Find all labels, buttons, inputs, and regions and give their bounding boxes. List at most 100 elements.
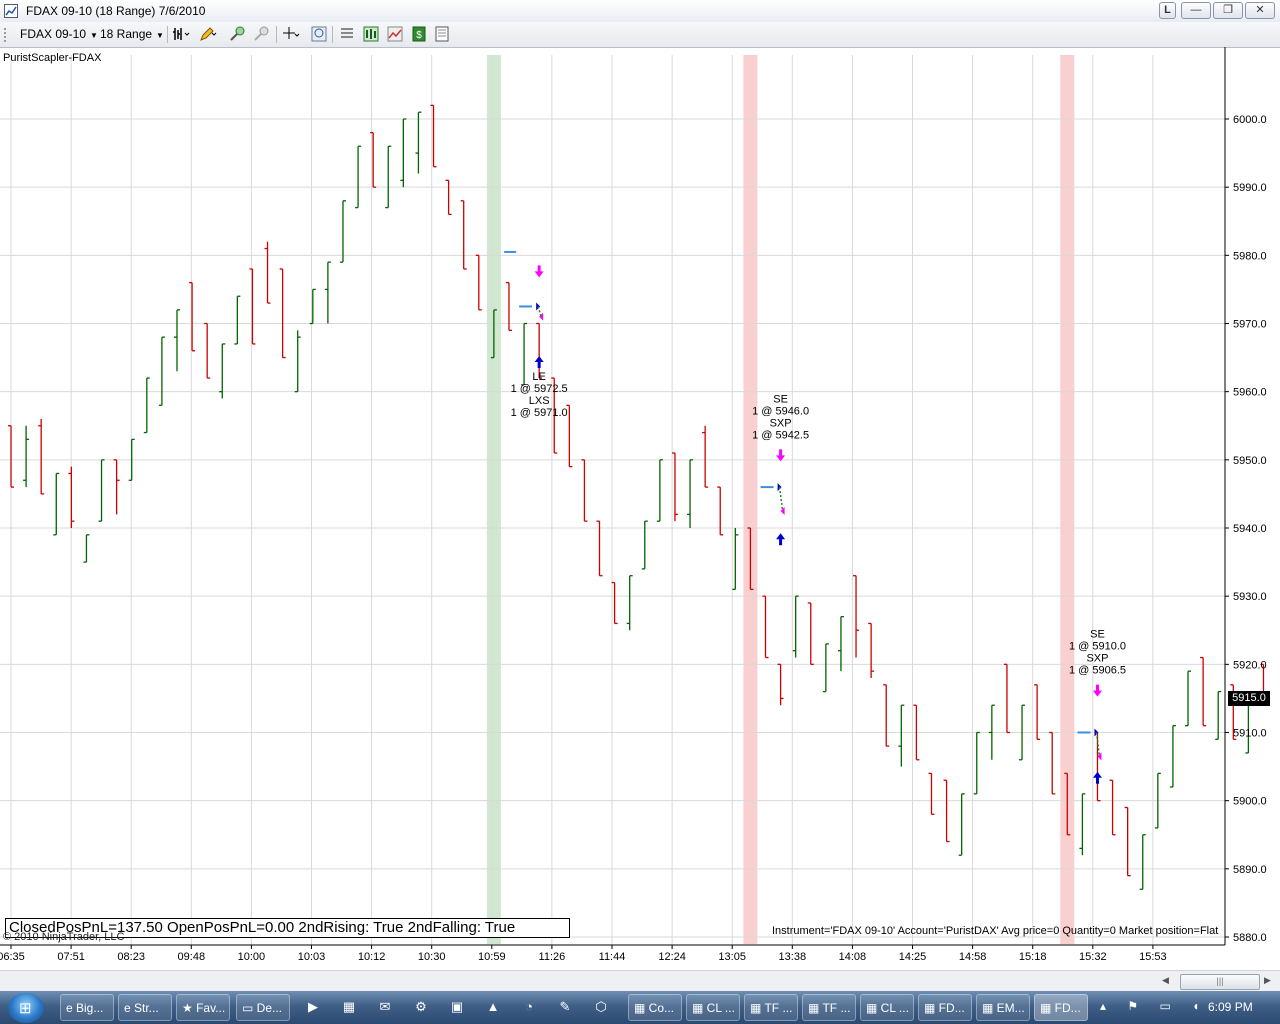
y-axis-tick-label: 5900.0 [1233,796,1267,808]
ohlc-bar [536,322,543,379]
scroll-left-arrow-icon[interactable]: ◀ [1162,975,1172,987]
taskbar-button[interactable]: e Big... [60,994,114,1021]
pinned-app-icon[interactable]: ▲ [484,998,502,1016]
taskbar-button[interactable]: ▦ FD... [918,994,972,1021]
magnify-icon[interactable] [310,25,328,43]
scrollbar-thumb[interactable]: ||| [1180,974,1260,990]
toolbar-separator [167,26,168,43]
ohlc-bar [294,330,301,393]
ohlc-bar [38,418,45,495]
y-axis-tick-label: 5910.0 [1233,728,1267,740]
x-axis-tick-label: 14:58 [959,951,987,963]
system-tray-icons[interactable]: ▴ ⚑ ▭ ◖ [1100,999,1208,1013]
ohlc-bar [596,520,603,577]
strategies-icon[interactable] [362,25,380,43]
x-axis-tick-label: 10:59 [478,951,506,963]
instrument-dropdown[interactable]: FDAX 09-10 ▼ [20,27,98,41]
price-chart[interactable]: LE1 @ 5972.5LXS1 @ 5971.0SE1 @ 5946.0SXP… [0,47,1280,970]
ohlc-bar [339,200,346,263]
last-price-marker: 5915.0 [1228,691,1270,706]
ohlc-bar [113,459,120,515]
taskbar-button[interactable]: ▦ TF ... [744,994,798,1021]
close-button[interactable]: ✕ [1245,2,1275,19]
ohlc-bar [883,684,890,747]
maximize-button[interactable]: ❐ [1213,2,1243,19]
crosshair-icon[interactable] [282,25,300,43]
ohlc-bar [249,268,256,345]
drawing-pencil-icon[interactable] [199,25,217,43]
y-axis-tick-label: 5960.0 [1233,387,1267,399]
pinned-app-icon[interactable]: ▣ [448,998,466,1016]
link-button[interactable]: L [1159,2,1176,19]
indicators-icon[interactable] [386,25,404,43]
taskbar-button[interactable]: ▭ De... [236,994,290,1021]
taskbar-clock[interactable]: 6:09 PM [1208,1000,1253,1014]
trade-label: 1 @ 5942.5 [752,429,809,441]
ohlc-bar [68,466,75,529]
taskbar-button[interactable]: ▦ CL ... [686,994,740,1021]
ohlc-bar [460,200,467,270]
horizontal-scrollbar[interactable]: ◀ ||| ▶ [0,970,1280,992]
trade-label: SXP [770,417,792,429]
zoom-in-icon[interactable] [229,25,247,43]
taskbar-button[interactable]: e Str... [118,994,172,1021]
y-axis-tick-label: 5950.0 [1233,455,1267,467]
properties-icon[interactable] [338,25,356,43]
bar-type-icon[interactable] [172,25,190,43]
taskbar-button[interactable]: ★ Fav... [176,994,230,1021]
toolbar-separator [332,26,333,43]
ohlc-bar [445,179,452,216]
start-button[interactable]: ⊞ [8,993,44,1023]
ohlc-bar [868,622,875,678]
sell-arrow-icon [1092,684,1102,697]
pinned-app-icon[interactable]: ⚙ [412,998,430,1016]
y-axis-tick-label: 5940.0 [1233,523,1267,535]
pinned-app-icon[interactable]: ▶ [304,998,322,1016]
ohlc-bar [853,575,860,658]
ohlc-bar [928,772,935,815]
ohlc-bar [837,615,844,672]
pinned-app-icon[interactable]: ◔ [520,998,538,1016]
ohlc-bar [656,459,663,522]
chevron-down-icon: ▼ [90,31,98,40]
ohlc-bar [324,261,331,324]
ohlc-bar [1169,725,1176,788]
x-axis-tick-label: 10:00 [238,951,266,963]
x-axis-tick-label: 06:35 [0,951,25,963]
toolbar-grip[interactable] [4,28,9,42]
y-axis-tick-label: 5880.0 [1233,932,1267,944]
pinned-app-icon[interactable]: ⬡ [592,998,610,1016]
ohlc-bar [777,663,784,706]
ohlc-bar [385,145,392,209]
pinned-app-icon[interactable]: ▦ [340,998,358,1016]
taskbar-button[interactable]: ▦ TF ... [802,994,856,1021]
taskbar-button[interactable]: ▦ Co... [628,994,682,1021]
windows-taskbar: ⊞ e Big... e Str... ★ Fav... ▭ De... ▶ ▦ ✉ ⚙ ▣ ▲ ◔… [0,991,1280,1024]
period-dropdown[interactable]: 18 Range ▼ [100,27,164,41]
trade-label: SE [773,393,788,405]
x-axis-tick-label: 11:26 [539,951,566,963]
pinned-app-icon[interactable]: ✉ [376,998,394,1016]
trade-label: LE [532,371,545,383]
taskbar-button[interactable]: ▦ CL ... [860,994,914,1021]
data-box-icon[interactable] [433,25,451,43]
ohlc-bar [158,336,165,406]
x-axis-tick-label: 07:51 [57,951,85,963]
chart-toolbar: FDAX 09-10 ▼ 18 Range ▼ $ [0,22,1280,48]
zoom-out-icon[interactable] [253,25,271,43]
dollar-icon[interactable]: $ [410,25,428,43]
taskbar-button[interactable]: ▦ EM... [976,994,1030,1021]
ohlc-bar [822,643,829,693]
ohlc-bar [671,452,678,522]
pinned-app-icon[interactable]: ✎ [556,998,574,1016]
minimize-button[interactable]: — [1181,2,1211,19]
trade-connector-line [778,487,784,512]
account-info-text: Instrument='FDAX 09-10' Account='PuristD… [772,925,1219,937]
scroll-right-arrow-icon[interactable]: ▶ [1264,975,1274,987]
x-axis-tick-label: 13:38 [779,951,807,963]
ohlc-bar [309,288,316,325]
taskbar-button[interactable]: ▦ FD... [1034,994,1088,1021]
ohlc-bar [958,793,965,856]
x-axis-tick-label: 15:18 [1019,951,1047,963]
y-axis-tick-label: 6000.0 [1233,114,1267,126]
